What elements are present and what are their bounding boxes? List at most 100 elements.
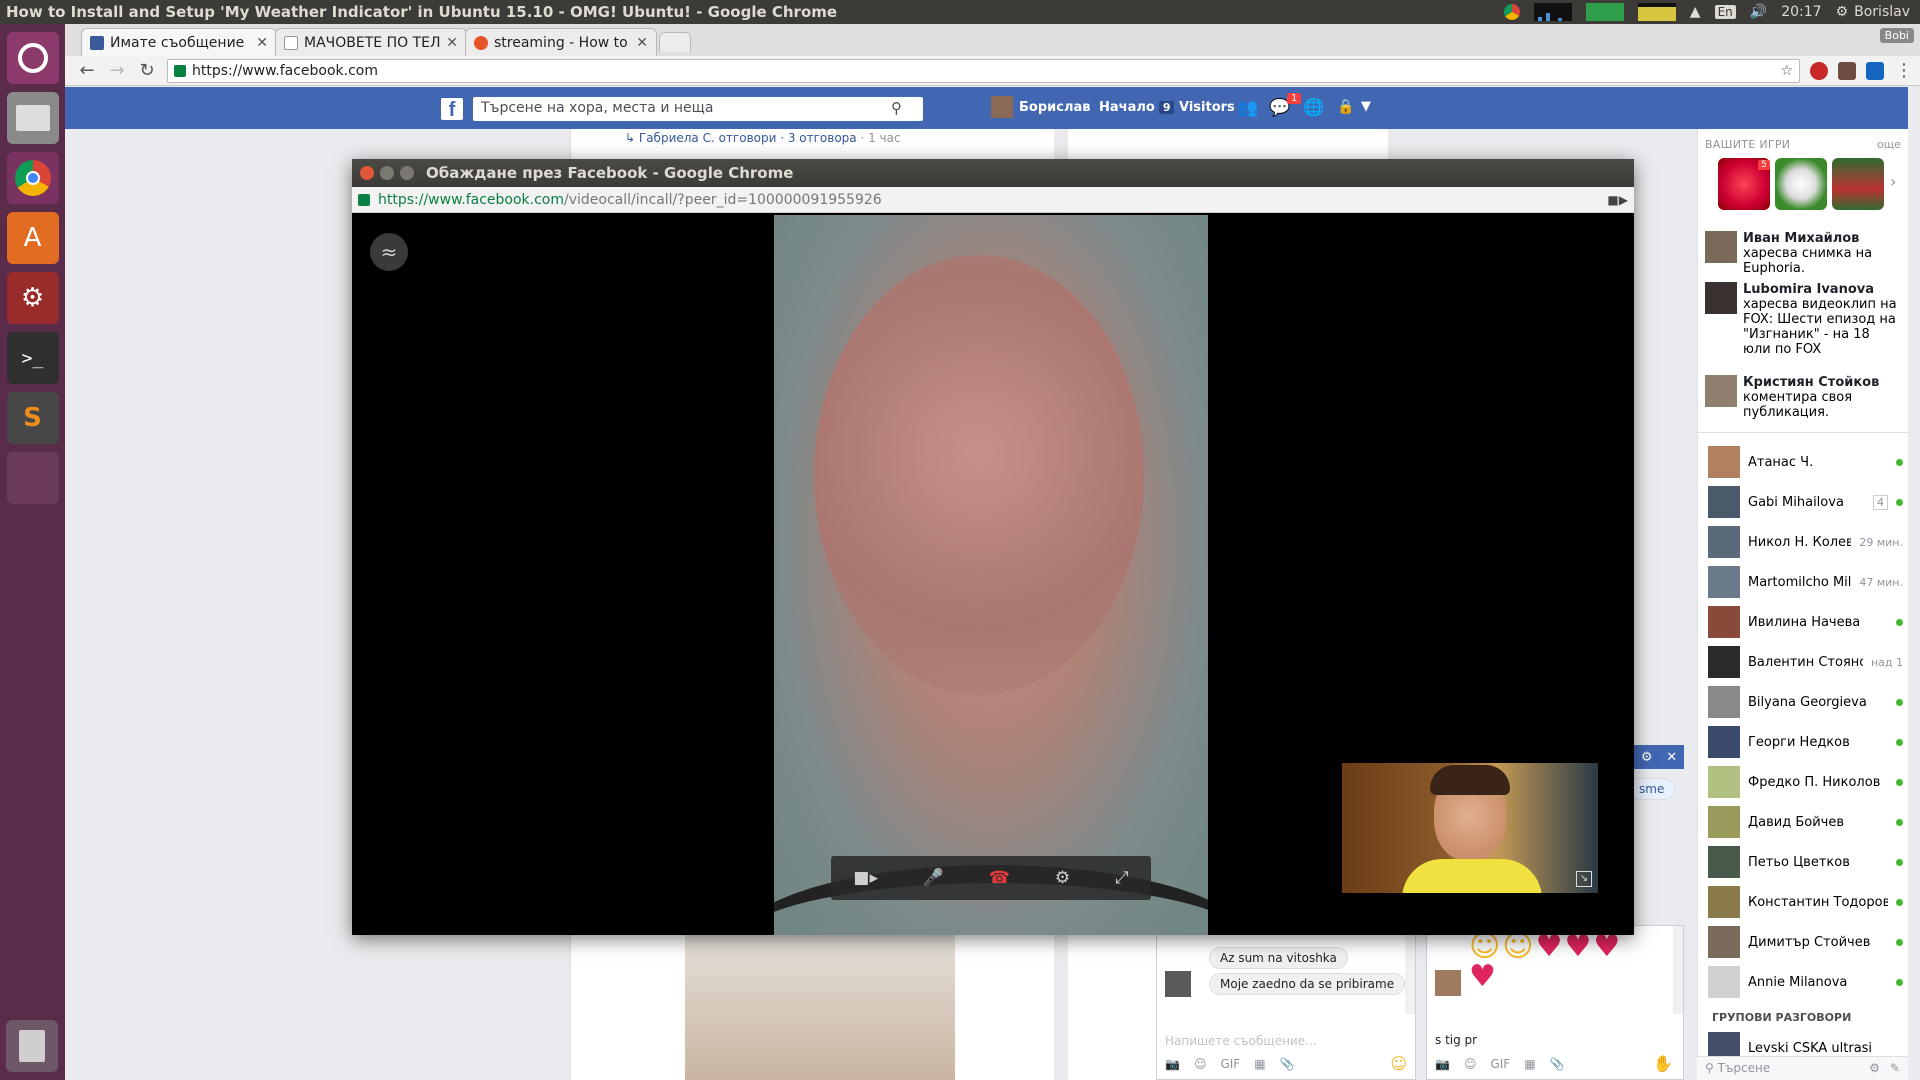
files-icon[interactable] [6, 92, 59, 144]
sticker-icon[interactable]: ▦ [1524, 1057, 1535, 1071]
screenshot-extension-icon[interactable] [1838, 61, 1856, 80]
settings-icon[interactable]: ⚙ [6, 272, 59, 324]
like-thumb-icon[interactable]: ✋ [1653, 1054, 1673, 1073]
cpu-graph[interactable] [1533, 3, 1572, 21]
chat-header[interactable]: ⚙ ✕ [1634, 745, 1684, 769]
chat-contact[interactable]: Давид Бойчев [1708, 806, 1903, 838]
new-tab-button[interactable] [659, 32, 691, 52]
search-input[interactable]: Търсене на хора, места и неща [473, 97, 923, 121]
ticker-item[interactable]: Lubomira Ivanova харесва видеоклип на FO… [1705, 282, 1900, 357]
ticker-item[interactable]: Иван Михайлов харесва снимка на Euphoria… [1705, 231, 1900, 276]
account-menu-chevron-down-icon[interactable]: ▼ [1361, 99, 1371, 114]
gif-button[interactable]: GIF [1220, 1057, 1240, 1071]
keyboard-layout[interactable]: En [1714, 5, 1736, 19]
volume-icon[interactable]: 🔊 [1750, 4, 1767, 20]
minimize-window-button[interactable] [380, 166, 394, 180]
chat-contact[interactable]: Gabi Mihailova 4 [1708, 486, 1903, 518]
ticker-item[interactable]: Кристиян Стойков коментира своя публикац… [1705, 375, 1900, 420]
games-more-link[interactable]: още [1877, 138, 1901, 151]
user-name[interactable]: Borislav [1854, 4, 1910, 20]
self-video-preview[interactable]: ↘ [1342, 763, 1598, 893]
notifications-globe-icon[interactable]: 🌐 [1303, 98, 1324, 118]
software-center-icon[interactable]: A [6, 212, 59, 264]
games-next-chevron-icon[interactable]: › [1890, 172, 1896, 191]
chat-contact[interactable]: Annie Milanova [1708, 966, 1903, 998]
chat-message-input[interactable]: s tig pr [1435, 1033, 1477, 1047]
chat-contact[interactable]: Валентин Стоянов над 1 [1708, 646, 1903, 678]
chat-contact[interactable]: Димитър Стойчев [1708, 926, 1903, 958]
bookmark-star-icon[interactable]: ☆ [1780, 63, 1793, 79]
chat-contact[interactable]: Петьо Цветков [1708, 846, 1903, 878]
chat-contact[interactable]: Константин Тодоров [1708, 886, 1903, 918]
privacy-lock-icon[interactable]: 🔒 [1337, 99, 1354, 115]
forward-arrow-icon[interactable]: → [107, 60, 127, 81]
tab-facebook-messages[interactable]: Имате съобщение ✕ [81, 28, 277, 56]
camera-icon[interactable]: 📷 [1165, 1057, 1180, 1071]
gear-icon[interactable]: ⚙ [1641, 750, 1653, 765]
emoji-icon[interactable]: ☺ [1390, 1054, 1407, 1073]
home-link[interactable]: Начало 9 [1099, 100, 1175, 115]
smiley-icon[interactable]: ☺ [1464, 1057, 1477, 1071]
chat-contact[interactable]: Никол Н. Колева 29 мин. [1708, 526, 1903, 558]
profile-badge[interactable]: Bobi [1879, 28, 1914, 43]
chat-contact[interactable]: Bilyana Georgieva [1708, 686, 1903, 718]
sticker-icon[interactable]: ▦ [1254, 1057, 1265, 1071]
clock[interactable]: 20:17 [1781, 4, 1821, 20]
video-camera-icon[interactable]: ■▸ [853, 868, 878, 888]
close-icon[interactable]: ✕ [1666, 750, 1677, 765]
attach-icon[interactable]: 📎 [1280, 1057, 1295, 1071]
attach-icon[interactable]: 📎 [1550, 1057, 1565, 1071]
tab-matches[interactable]: МАЧОВЕТЕ ПО ТЕЛ ✕ [275, 28, 467, 56]
ubuntu-dash-icon[interactable] [6, 32, 59, 84]
chat-contact[interactable]: Атанас Ч. [1708, 446, 1903, 478]
profile-link[interactable]: Борислав [1019, 100, 1090, 115]
visitors-link[interactable]: Visitors [1179, 100, 1235, 115]
fullscreen-icon[interactable]: ⤢ [1115, 868, 1129, 888]
gear-icon[interactable]: ⚙ [1869, 1061, 1880, 1075]
sublime-icon[interactable]: S [6, 392, 59, 444]
chrome-tray-icon[interactable] [1503, 4, 1520, 20]
chrome-icon[interactable] [6, 152, 59, 204]
workspaces-icon[interactable] [6, 452, 59, 504]
facebook-logo-icon[interactable]: f [441, 98, 463, 121]
resize-icon[interactable]: ↘ [1576, 871, 1592, 887]
chat-contact[interactable]: Ивилина Начева [1708, 606, 1903, 638]
smiley-icon[interactable]: ☺ [1194, 1057, 1207, 1071]
close-tab-icon[interactable]: ✕ [256, 35, 268, 51]
close-tab-icon[interactable]: ✕ [446, 35, 458, 51]
wifi-icon[interactable]: ▲ [1690, 4, 1701, 20]
profile-avatar[interactable] [991, 96, 1013, 118]
chat-scrollbar[interactable] [1405, 926, 1415, 1014]
friend-requests-icon[interactable]: 👥 [1237, 98, 1258, 118]
adblock-extension-icon[interactable] [1810, 61, 1828, 80]
popup-address-bar[interactable]: https://www.facebook.com/videocall/incal… [352, 187, 1634, 213]
close-window-button[interactable] [360, 166, 374, 180]
sidebar-search-input[interactable]: ⚲ Търсене ⚙ ✎ [1697, 1056, 1908, 1080]
session-gear-icon[interactable]: ⚙ [1836, 4, 1849, 20]
back-arrow-icon[interactable]: ← [77, 60, 97, 81]
address-bar[interactable]: https://www.facebook.com ☆ [167, 58, 1800, 83]
comment-reply-line[interactable]: ↳ Габриела С. отговори · 3 отговора · 1 … [625, 131, 901, 145]
close-tab-icon[interactable]: ✕ [636, 35, 648, 51]
reload-icon[interactable]: ↻ [137, 60, 157, 81]
tab-streaming[interactable]: streaming - How to ✕ [465, 28, 657, 56]
search-icon[interactable]: ⚲ [891, 99, 902, 117]
soccer-game-icon[interactable] [1775, 158, 1827, 210]
chat-contact[interactable]: Георги Недков [1708, 726, 1903, 758]
terminal-icon[interactable]: >_ [6, 332, 59, 384]
extension-icon[interactable] [1866, 61, 1884, 80]
chat-contact[interactable]: Фредко П. Николов [1708, 766, 1903, 798]
maximize-window-button[interactable] [400, 166, 414, 180]
chat-scrollbar[interactable] [1673, 926, 1683, 1014]
remote-video-feed[interactable] [774, 215, 1208, 935]
football-game-icon[interactable] [1832, 158, 1884, 210]
trash-icon[interactable] [6, 1020, 58, 1072]
camera-icon[interactable]: 📷 [1435, 1057, 1450, 1071]
microphone-icon[interactable]: 🎤 [923, 868, 944, 888]
network-graph[interactable] [1637, 3, 1676, 21]
settings-icon[interactable]: ⚙ [1055, 868, 1070, 888]
gif-button[interactable]: GIF [1490, 1057, 1510, 1071]
chat-contact[interactable]: Martomilcho Mil... 47 мин. [1708, 566, 1903, 598]
hang-up-icon[interactable]: ☎ [989, 868, 1010, 888]
chrome-menu-icon[interactable]: ⋮ [1894, 60, 1914, 81]
